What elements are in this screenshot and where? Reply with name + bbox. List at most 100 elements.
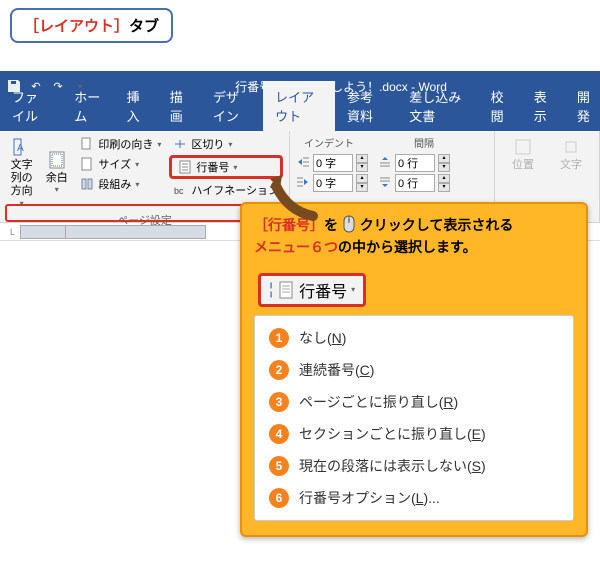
spacing-before-input[interactable] bbox=[395, 154, 435, 172]
menu-item-continuous[interactable]: 2 連続番号(C) bbox=[255, 354, 573, 386]
tab-layout[interactable]: レイアウト bbox=[263, 81, 335, 131]
hyphenation-icon: bc bbox=[173, 183, 187, 197]
hyphenation-button[interactable]: bc ハイフネーション bbox=[169, 181, 283, 199]
callout-line1-b: クリック bbox=[360, 217, 416, 233]
menu-label: ページごとに振り直し(R) bbox=[299, 392, 458, 412]
size-icon bbox=[80, 157, 94, 171]
margins-icon bbox=[47, 150, 67, 170]
chevron-down-icon: ▾ bbox=[55, 185, 59, 195]
badge-2: 2 bbox=[269, 360, 289, 380]
spinner-up[interactable]: ▴ bbox=[438, 174, 450, 183]
menu-label: セクションごとに振り直し(E) bbox=[299, 424, 486, 444]
spacing-after-row: ▴▾ bbox=[378, 174, 450, 192]
callout-line1-a: を bbox=[324, 217, 338, 233]
orientation-icon bbox=[80, 137, 94, 151]
mouse-icon bbox=[342, 215, 356, 233]
wrap-label: 文字 bbox=[560, 159, 582, 172]
svg-text:bc: bc bbox=[174, 186, 184, 196]
text-direction-button[interactable]: A 文字列の 方向 ▾ bbox=[6, 135, 37, 210]
badge-3: 3 bbox=[269, 392, 289, 412]
tab-review[interactable]: 校閲 bbox=[479, 81, 522, 131]
indent-left-input[interactable] bbox=[313, 154, 353, 172]
indent-right-row: ▴▾ bbox=[296, 174, 368, 192]
callout-line1-red: ［行番号］ bbox=[254, 217, 324, 233]
tab-developer[interactable]: 開発 bbox=[565, 81, 600, 131]
top-callout-black: タブ bbox=[129, 18, 159, 35]
spacing-before-icon bbox=[378, 155, 392, 172]
spinner-up[interactable]: ▴ bbox=[356, 154, 368, 163]
position-icon bbox=[513, 137, 533, 157]
spacing-after-icon bbox=[378, 175, 392, 192]
vertical-bar: ¦ bbox=[269, 281, 273, 299]
text-direction-icon: A bbox=[12, 137, 32, 157]
orientation-button[interactable]: 印刷の向き ▾ bbox=[76, 135, 165, 153]
breaks-button[interactable]: 区切り ▾ bbox=[169, 135, 283, 153]
chevron-down-icon: ▾ bbox=[228, 140, 232, 149]
chevron-down-icon: ▾ bbox=[135, 180, 139, 189]
menu-item-suppress[interactable]: 5 現在の段落には表示しない(S) bbox=[255, 450, 573, 482]
columns-button[interactable]: 段組み ▾ bbox=[76, 175, 165, 193]
spinner-up[interactable]: ▴ bbox=[438, 154, 450, 163]
callout-line2-black: の中から選択します。 bbox=[338, 239, 477, 255]
margins-button[interactable]: 余白 ▾ bbox=[41, 135, 72, 210]
menu-item-options[interactable]: 6 行番号オプション(L)... bbox=[255, 482, 573, 514]
tab-references[interactable]: 参考資料 bbox=[335, 81, 397, 131]
instruction-callout: ［行番号］を クリックして表示される メニュー６つの中から選択します。 ¦ 行番… bbox=[240, 202, 588, 537]
spinner-down[interactable]: ▾ bbox=[356, 183, 368, 192]
tab-design[interactable]: デザイン bbox=[201, 81, 263, 131]
indent-header: インデント bbox=[304, 135, 354, 150]
menu-label: 行番号オプション(L)... bbox=[299, 488, 440, 508]
menu-item-restart-section[interactable]: 4 セクションごとに振り直し(E) bbox=[255, 418, 573, 450]
dropdown-label: 行番号 bbox=[299, 278, 347, 302]
text-direction-label: 文字列の 方向 bbox=[8, 159, 35, 199]
position-button: 位置 bbox=[501, 135, 545, 174]
ribbon-tabs: ファイル ホーム 挿入 描画 デザイン レイアウト 参考資料 差し込み文書 校閲… bbox=[0, 101, 600, 131]
tab-insert[interactable]: 挿入 bbox=[115, 81, 158, 131]
menu-label: 現在の段落には表示しない(S) bbox=[299, 456, 486, 476]
columns-icon bbox=[80, 177, 94, 191]
wrap-button: 文字 bbox=[549, 135, 593, 174]
menu-item-restart-page[interactable]: 3 ページごとに振り直し(R) bbox=[255, 386, 573, 418]
indent-right-icon bbox=[296, 175, 310, 192]
svg-text:A: A bbox=[17, 143, 24, 154]
callout-text: ［行番号］を クリックして表示される メニュー６つの中から選択します。 bbox=[254, 214, 574, 259]
top-callout-red: ［レイアウト］ bbox=[24, 18, 129, 35]
spacing-header: 間隔 bbox=[414, 135, 434, 150]
badge-6: 6 bbox=[269, 488, 289, 508]
tab-view[interactable]: 表示 bbox=[522, 81, 565, 131]
size-button[interactable]: サイズ ▾ bbox=[76, 155, 165, 173]
badge-5: 5 bbox=[269, 456, 289, 476]
line-numbers-highlight: 行番号 ▾ bbox=[169, 155, 283, 179]
menu-item-none[interactable]: 1 なし(N) bbox=[255, 322, 573, 354]
spinner-up[interactable]: ▴ bbox=[356, 174, 368, 183]
line-numbers-menu: 1 なし(N) 2 連続番号(C) 3 ページごとに振り直し(R) 4 セクショ… bbox=[254, 315, 574, 521]
breaks-icon bbox=[173, 137, 187, 151]
spinner-down[interactable]: ▾ bbox=[438, 183, 450, 192]
indent-right-input[interactable] bbox=[313, 174, 353, 192]
tab-home[interactable]: ホーム bbox=[62, 81, 114, 131]
line-numbers-button[interactable]: 行番号 ▾ bbox=[174, 158, 241, 176]
spinner-down[interactable]: ▾ bbox=[356, 163, 368, 172]
callout-line1-c: して表示される bbox=[416, 217, 514, 233]
spacing-after-input[interactable] bbox=[395, 174, 435, 192]
tab-mailings[interactable]: 差し込み文書 bbox=[397, 81, 478, 131]
size-label: サイズ bbox=[98, 156, 131, 172]
orientation-label: 印刷の向き bbox=[98, 136, 153, 152]
tab-draw[interactable]: 描画 bbox=[158, 81, 201, 131]
columns-label: 段組み bbox=[98, 176, 131, 192]
indent-left-icon bbox=[296, 155, 310, 172]
top-callout: ［レイアウト］タブ bbox=[10, 8, 173, 43]
hyphenation-label: ハイフネーション bbox=[191, 182, 279, 198]
wrap-icon bbox=[561, 137, 581, 157]
spinner-down[interactable]: ▾ bbox=[438, 163, 450, 172]
position-label: 位置 bbox=[512, 159, 534, 172]
breaks-label: 区切り bbox=[191, 136, 224, 152]
indent-left-row: ▴▾ bbox=[296, 154, 368, 172]
chevron-down-icon: ▾ bbox=[233, 163, 237, 172]
menu-label: 連続番号(C) bbox=[299, 360, 374, 380]
line-numbers-label: 行番号 bbox=[196, 159, 229, 175]
line-numbers-dropdown[interactable]: ¦ 行番号 ▾ bbox=[258, 273, 366, 307]
tab-file[interactable]: ファイル bbox=[0, 81, 62, 131]
chevron-down-icon: ▾ bbox=[157, 140, 161, 149]
chevron-down-icon: ▾ bbox=[351, 285, 355, 294]
